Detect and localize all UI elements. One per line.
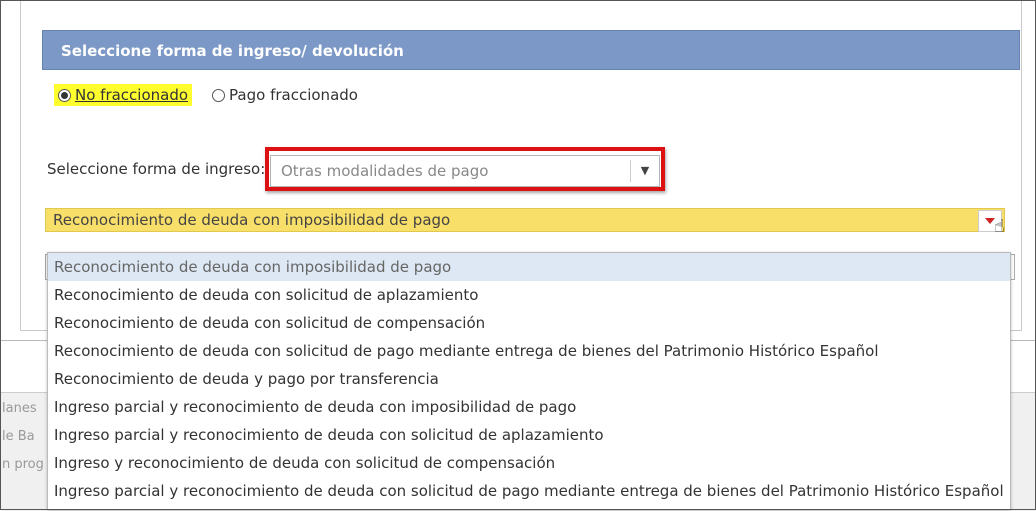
radio-label: Pago fraccionado <box>229 86 358 104</box>
dropdown-option[interactable]: Ingreso y reconocimiento de deuda con so… <box>48 449 1010 477</box>
radio-pago-fraccionado[interactable]: Pago fraccionado <box>208 84 362 106</box>
dropdown-option[interactable]: Ingreso parcial y reconocimiento de deud… <box>48 421 1010 449</box>
dropdown-option[interactable]: Ingreso parcial y reconocimiento de deud… <box>48 393 1010 421</box>
radio-label: No fraccionado <box>75 86 189 104</box>
dropdown-option[interactable]: Ingreso parcial y reconocimiento de deud… <box>48 477 1010 505</box>
radio-unchecked-icon <box>212 88 226 102</box>
forma-ingreso-label: Seleccione forma de ingreso: <box>47 160 266 178</box>
dropdown-option[interactable]: Reconocimiento de deuda con imposibilida… <box>48 253 1010 281</box>
chevron-down-icon[interactable]: ▼ <box>630 160 659 182</box>
forma-ingreso-select[interactable]: Otras modalidades de pago ▼ <box>270 155 660 187</box>
radio-no-fraccionado[interactable]: No fraccionado <box>54 84 193 106</box>
modalidad-dropdown-list: Reconocimiento de deuda con imposibilida… <box>47 252 1011 510</box>
panel-title: Seleccione forma de ingreso/ devolución <box>42 30 1020 70</box>
forma-ingreso-value: Otras modalidades de pago <box>281 162 489 180</box>
dropdown-option[interactable]: Reconocimiento de deuda y pago por trans… <box>48 365 1010 393</box>
dropdown-option[interactable]: Reconocimiento de deuda con solicitud de… <box>48 281 1010 309</box>
footer-text: lanes <box>2 401 37 416</box>
footer-text: le Ba <box>2 429 35 444</box>
dropdown-option[interactable]: Reconocimiento de deuda con solicitud de… <box>48 337 1010 365</box>
modalidad-select[interactable]: Reconocimiento de deuda con imposibilida… <box>45 208 1005 232</box>
modalidad-value: Reconocimiento de deuda con imposibilida… <box>53 211 451 229</box>
hand-cursor-icon: ☝ <box>994 216 1005 237</box>
radio-checked-icon <box>58 88 71 102</box>
payment-type-radio-group: No fraccionado Pago fraccionado <box>54 84 362 106</box>
dropdown-option[interactable]: Reconocimiento de deuda con solicitud de… <box>48 309 1010 337</box>
footer-text: n prog <box>2 457 44 472</box>
